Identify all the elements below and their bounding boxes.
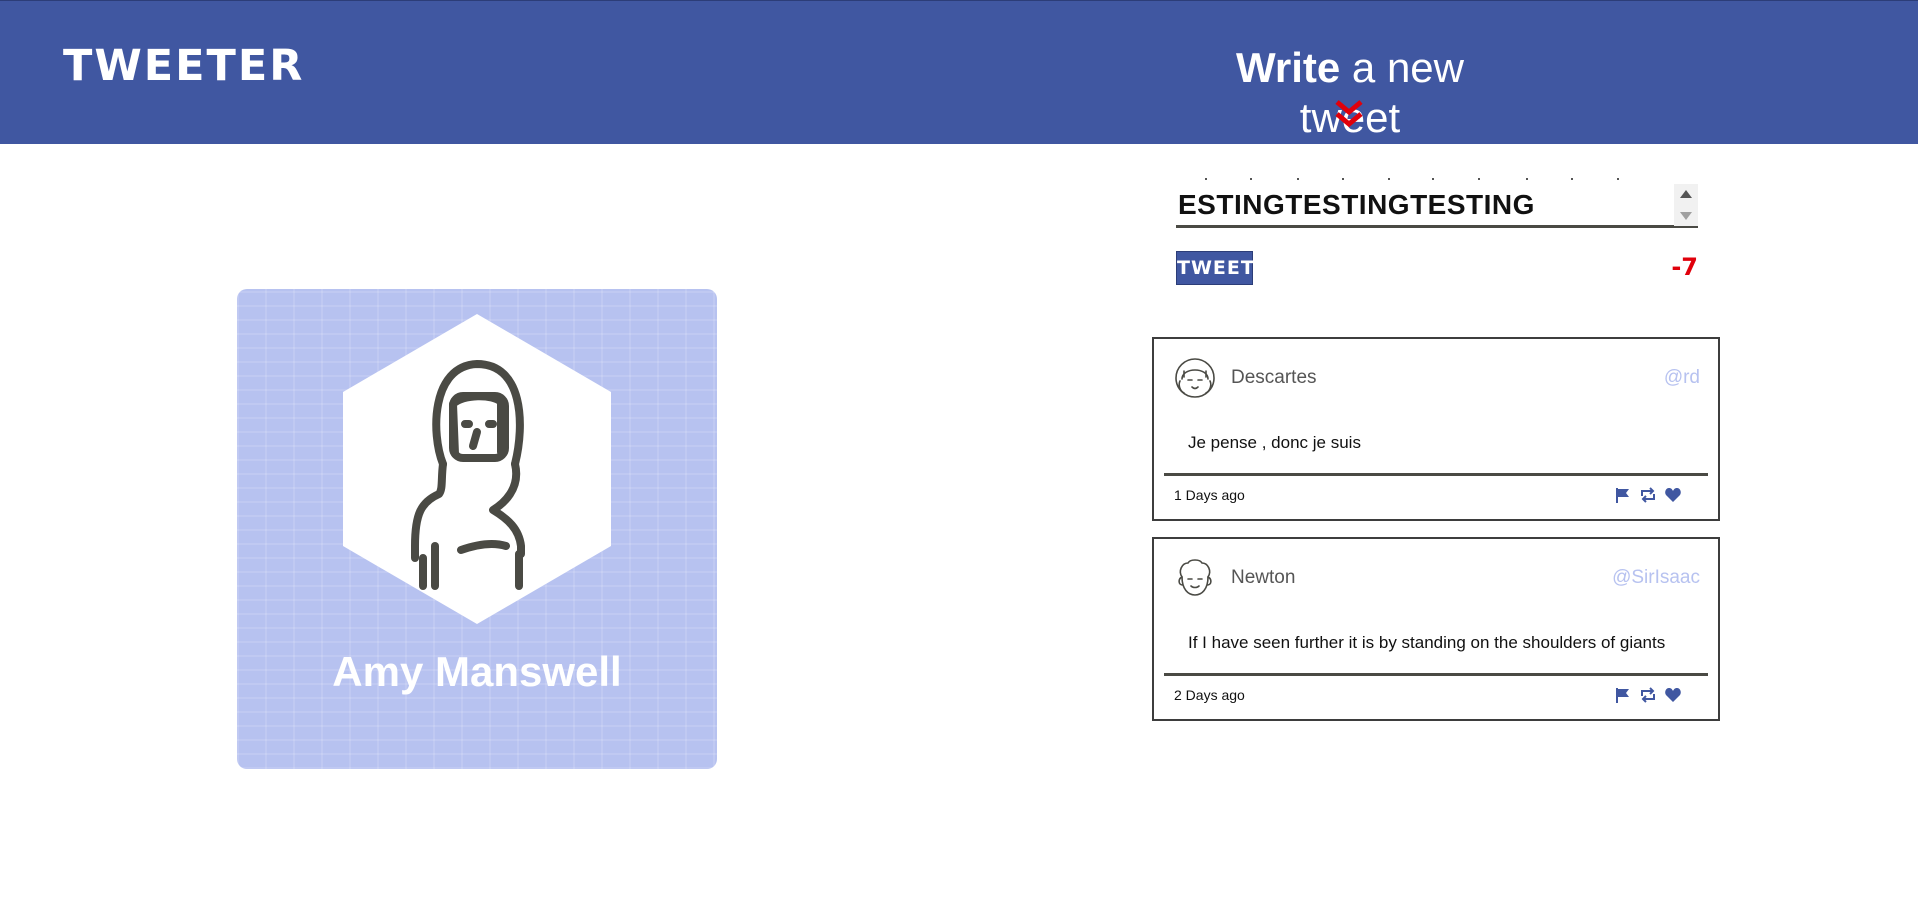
tweet-text-input[interactable] bbox=[1176, 184, 1698, 228]
top-nav: TWEETER Write a new tweet bbox=[0, 0, 1918, 144]
profile-avatar bbox=[343, 314, 611, 624]
character-counter: -7 bbox=[1671, 253, 1698, 281]
tweet-submit-button[interactable]: TWEET bbox=[1176, 251, 1254, 285]
scroll-down-arrow-icon[interactable] bbox=[1680, 212, 1692, 220]
tweet-author-handle[interactable]: @rd bbox=[1664, 367, 1700, 389]
tweet-timestamp: 2 Days ago bbox=[1174, 687, 1245, 703]
tweet-divider bbox=[1164, 473, 1708, 476]
tweet-author-name[interactable]: Newton bbox=[1231, 567, 1295, 589]
tweet-actions bbox=[1607, 686, 1682, 704]
input-dots-decoration bbox=[1205, 178, 1619, 180]
tweet-content: If I have seen further it is by standing… bbox=[1188, 633, 1666, 652]
tweet-divider bbox=[1164, 673, 1708, 676]
curly-hair-face-icon bbox=[1178, 559, 1212, 596]
tweet-actions bbox=[1607, 486, 1682, 504]
tweet-content: Je pense , donc je suis bbox=[1188, 433, 1361, 452]
double-chevron-down-icon[interactable] bbox=[1334, 98, 1364, 130]
profile-name: Amy Manswell bbox=[332, 648, 622, 695]
heart-icon[interactable] bbox=[1664, 686, 1682, 704]
input-scrollbar[interactable] bbox=[1674, 184, 1698, 226]
tweet-author-name[interactable]: Descartes bbox=[1231, 367, 1317, 389]
tweet-card: Descartes @rd Je pense , donc je suis 1 … bbox=[1152, 337, 1720, 521]
tweet-card: Newton @SirIsaac If I have seen further … bbox=[1152, 537, 1720, 721]
tweet-timestamp: 1 Days ago bbox=[1174, 487, 1245, 503]
compose-toggle-bold: Write bbox=[1236, 44, 1341, 91]
heart-icon[interactable] bbox=[1664, 486, 1682, 504]
scroll-up-arrow-icon[interactable] bbox=[1680, 190, 1692, 198]
flag-icon[interactable] bbox=[1614, 686, 1632, 704]
tweet-author-handle[interactable]: @SirIsaac bbox=[1612, 567, 1700, 589]
profile-card: Amy Manswell bbox=[237, 289, 717, 769]
retweet-icon[interactable] bbox=[1639, 686, 1657, 704]
app-logo[interactable]: TWEETER bbox=[63, 45, 304, 88]
girl-face-icon bbox=[1175, 358, 1215, 398]
retweet-icon[interactable] bbox=[1639, 486, 1657, 504]
flag-icon[interactable] bbox=[1614, 486, 1632, 504]
